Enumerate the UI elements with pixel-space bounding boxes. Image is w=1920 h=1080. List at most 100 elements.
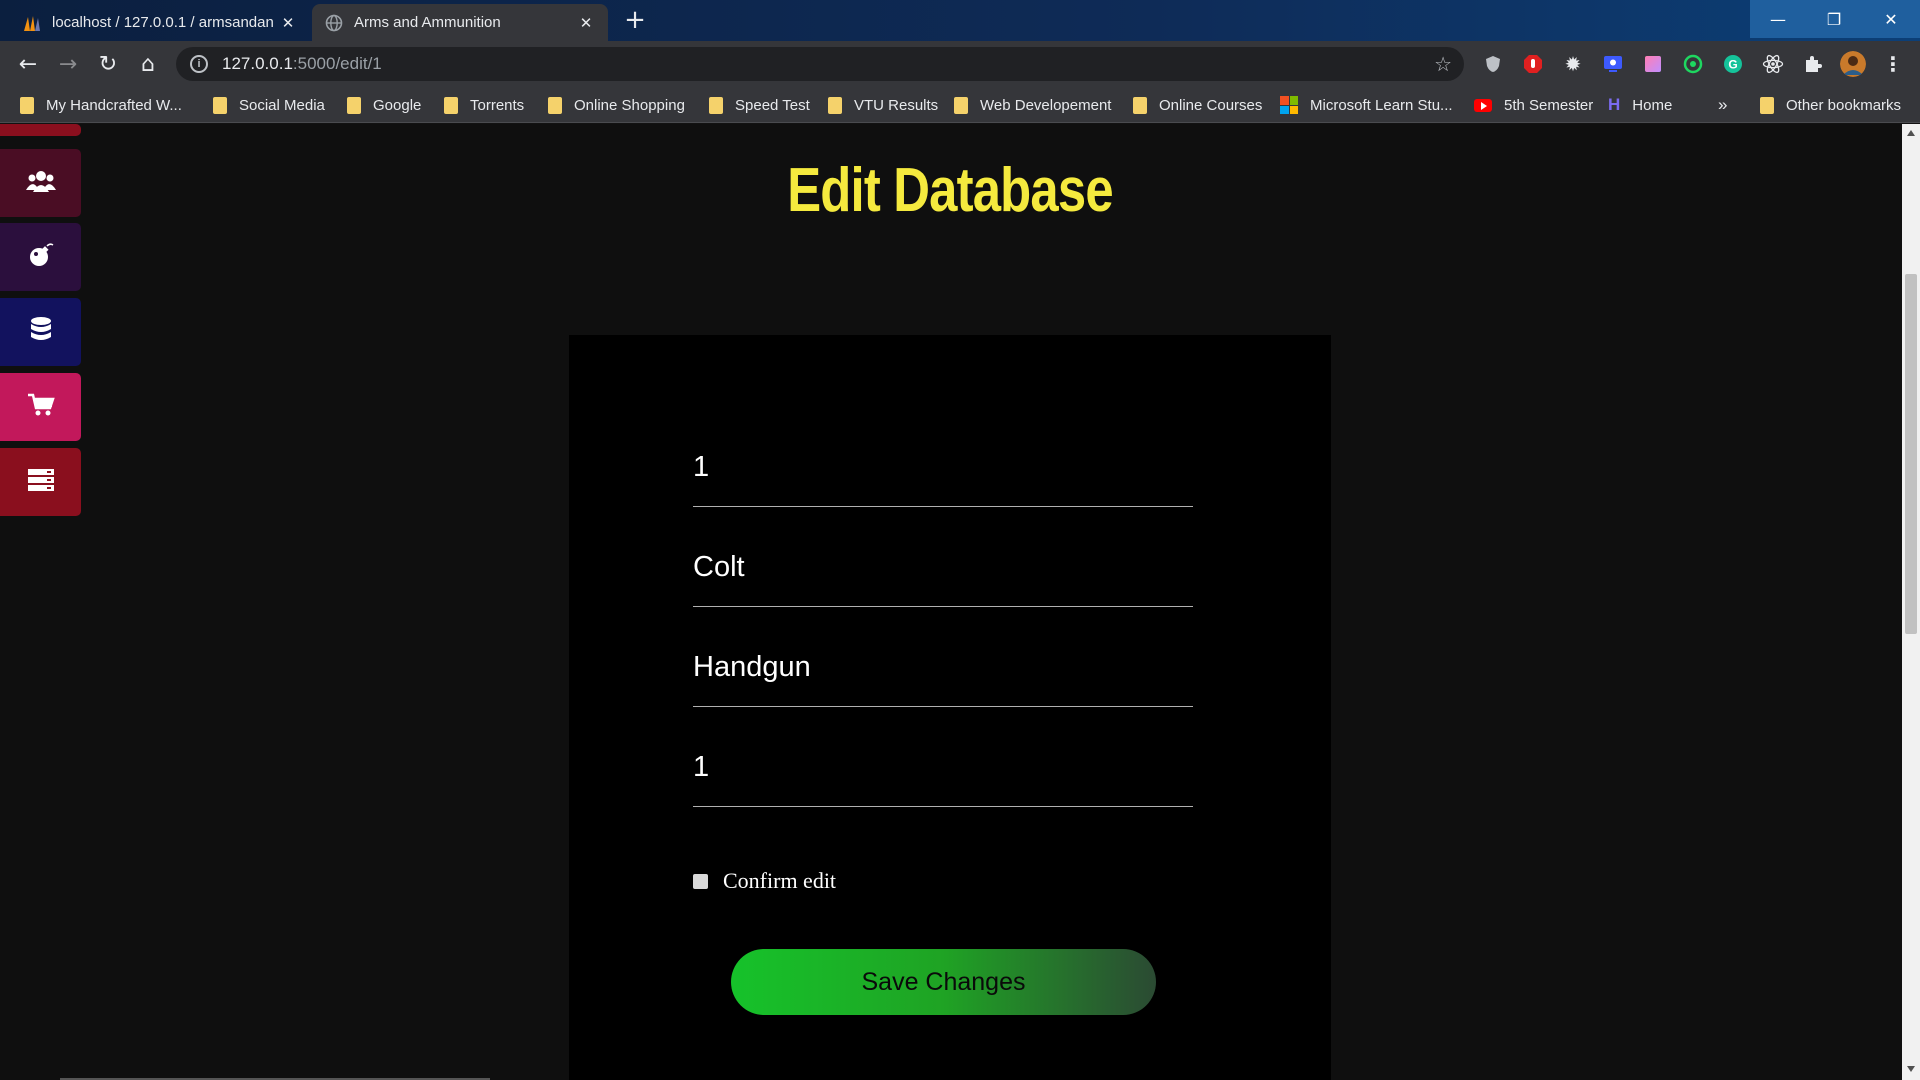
bookmark-label: VTU Results	[854, 96, 939, 114]
globe-icon	[324, 13, 344, 33]
tab-title: Arms and Ammunition	[354, 14, 501, 31]
color-picker-extension-icon[interactable]	[1640, 51, 1666, 77]
quantity-field[interactable]: 1	[693, 735, 1193, 807]
folder-icon	[20, 96, 34, 114]
screen-capture-extension-icon[interactable]	[1600, 51, 1626, 77]
server-icon	[27, 468, 55, 496]
bookmark-my-handcrafted[interactable]: My Handcrafted W...	[20, 95, 182, 115]
bookmarks-overflow-button[interactable]: »	[1718, 95, 1727, 115]
bookmark-online-courses[interactable]: Online Courses	[1133, 95, 1262, 115]
h-logo-icon: H	[1608, 95, 1621, 114]
page-title: Edit Database	[787, 156, 1113, 225]
bookmark-web-developement[interactable]: Web Developement	[954, 95, 1111, 115]
tab-close-icon[interactable]: ✕	[576, 14, 596, 32]
browser-toolbar: ← → ↻ ⌂ i 127.0.0.1:5000/edit/1 ☆ ✹ G ⋮	[0, 41, 1920, 87]
folder-icon	[1760, 96, 1774, 114]
users-icon	[25, 168, 56, 198]
id-field[interactable]: 1	[693, 435, 1193, 507]
shield-extension-icon[interactable]	[1480, 51, 1506, 77]
tab-close-icon[interactable]: ✕	[278, 14, 298, 32]
home-button[interactable]: ⌂	[134, 50, 162, 78]
grammarly-extension-icon[interactable]: G	[1720, 51, 1746, 77]
confirm-edit-row[interactable]: Confirm edit	[693, 868, 836, 894]
tab-arms-and-ammunition[interactable]: Arms and Ammunition ✕	[312, 4, 608, 41]
close-window-button[interactable]: ✕	[1862, 0, 1920, 38]
folder-icon	[548, 96, 562, 114]
bookmark-label: Social Media	[239, 96, 325, 114]
edit-form: 1 Colt Handgun 1 Confirm edit Save Chang…	[569, 335, 1331, 1080]
gear-extension-icon[interactable]: ✹	[1560, 51, 1586, 77]
bookmark-torrents[interactable]: Torrents	[444, 95, 524, 115]
minimize-button[interactable]: —	[1750, 0, 1806, 38]
folder-icon	[347, 96, 361, 114]
tab-strip: localhost / 127.0.0.1 / armsandan ✕ Arms…	[0, 0, 1920, 41]
other-bookmarks[interactable]: Other bookmarks	[1760, 95, 1901, 115]
url-host: 127.0.0.1	[222, 54, 293, 73]
chrome-menu-icon[interactable]: ⋮	[1880, 51, 1906, 77]
folder-icon	[1133, 96, 1147, 114]
bookmark-vtu-results[interactable]: VTU Results	[828, 95, 938, 115]
bookmark-5th-semester[interactable]: 5th Semester	[1474, 95, 1593, 115]
cart-icon	[27, 393, 55, 421]
manufacturer-field[interactable]: Colt	[693, 535, 1193, 607]
back-button[interactable]: ←	[14, 50, 42, 78]
bookmark-label: Web Developement	[980, 96, 1112, 114]
bookmark-label: 5th Semester	[1504, 96, 1594, 114]
bookmark-label: Home	[1632, 96, 1673, 114]
address-bar[interactable]: i 127.0.0.1:5000/edit/1 ☆	[176, 47, 1464, 81]
bomb-icon	[27, 241, 55, 273]
bookmark-online-shopping[interactable]: Online Shopping	[548, 95, 685, 115]
microsoft-icon	[1280, 96, 1298, 114]
other-bookmarks-label: Other bookmarks	[1786, 96, 1902, 114]
folder-icon	[954, 96, 968, 114]
bookmark-speed-test[interactable]: Speed Test	[709, 95, 810, 115]
bookmark-star-icon[interactable]: ☆	[1434, 52, 1452, 77]
bookmark-google[interactable]: Google	[347, 95, 421, 115]
page-viewport: Edit Database 1 Colt Handgun 1 Confirm e…	[0, 124, 1902, 1080]
bookmark-label: Google	[373, 96, 422, 114]
sidebar-item-servers[interactable]	[0, 448, 81, 516]
restore-button[interactable]: ❐	[1806, 0, 1862, 38]
adblock-extension-icon[interactable]	[1520, 51, 1546, 77]
type-field[interactable]: Handgun	[693, 635, 1193, 707]
youtube-icon	[1474, 98, 1492, 112]
database-icon	[29, 316, 53, 348]
folder-icon	[709, 96, 723, 114]
bookmark-home[interactable]: H Home	[1608, 95, 1672, 115]
tab-title: localhost / 127.0.0.1 / armsandan	[52, 14, 274, 31]
bookmark-microsoft-learn[interactable]: Microsoft Learn Stu...	[1280, 95, 1453, 115]
bookmark-label: Torrents	[470, 96, 525, 114]
confirm-edit-label: Confirm edit	[723, 868, 837, 893]
sidebar-item-weapons[interactable]	[0, 223, 81, 291]
folder-icon	[828, 96, 842, 114]
save-changes-button[interactable]: Save Changes	[731, 949, 1156, 1015]
confirm-edit-checkbox[interactable]	[693, 873, 708, 889]
bookmarks-bar: My Handcrafted W... Social Media Google …	[0, 87, 1920, 123]
sidebar-item-users[interactable]	[0, 149, 81, 217]
sidebar-item-database[interactable]	[0, 298, 81, 366]
forward-button[interactable]: →	[54, 50, 82, 78]
vertical-scrollbar[interactable]	[1902, 124, 1920, 1080]
bookmark-label: Online Courses	[1159, 96, 1263, 114]
svg-text:G: G	[1728, 58, 1737, 72]
extensions-puzzle-icon[interactable]	[1800, 51, 1826, 77]
bookmark-label: My Handcrafted W...	[46, 96, 182, 114]
site-info-icon[interactable]: i	[190, 55, 208, 73]
folder-icon	[213, 96, 227, 114]
scroll-up-arrow-icon[interactable]	[1907, 130, 1915, 136]
bookmark-label: Online Shopping	[574, 96, 685, 114]
bookmark-social-media[interactable]: Social Media	[213, 95, 325, 115]
reload-button[interactable]: ↻	[94, 50, 122, 78]
bookmark-label: Speed Test	[735, 96, 810, 114]
new-tab-button[interactable]: +	[620, 7, 650, 34]
url-path: :5000/edit/1	[292, 54, 382, 73]
green-circle-extension-icon[interactable]	[1680, 51, 1706, 77]
sidebar-item-shop[interactable]	[0, 373, 81, 441]
react-devtools-extension-icon[interactable]	[1760, 51, 1786, 77]
sidebar-item-top-partial[interactable]	[0, 124, 81, 136]
tab-phpmyadmin[interactable]: localhost / 127.0.0.1 / armsandan ✕	[10, 4, 310, 41]
scroll-down-arrow-icon[interactable]	[1907, 1066, 1915, 1072]
bookmark-label: Microsoft Learn Stu...	[1310, 96, 1453, 114]
scrollbar-thumb[interactable]	[1905, 274, 1917, 634]
profile-avatar-icon[interactable]	[1840, 51, 1866, 77]
